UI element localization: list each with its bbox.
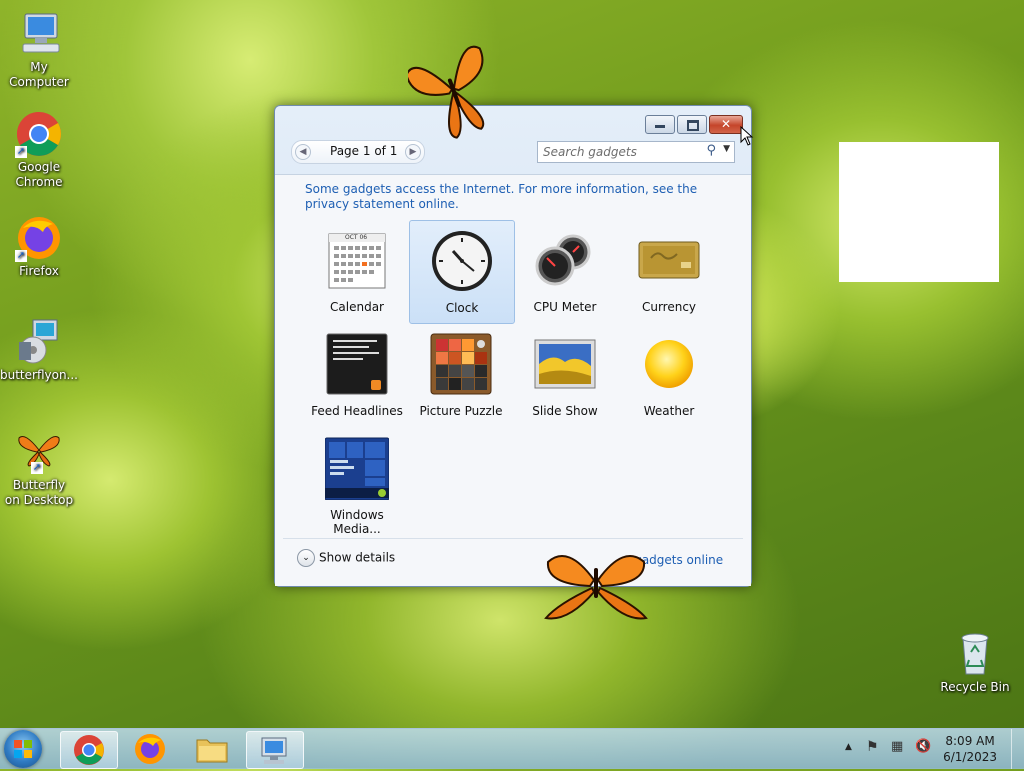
gadget-tile-slide-show[interactable]: Slide Show [513,324,617,426]
clock-date: 6/1/2023 [943,750,997,764]
blank-panel [839,142,999,282]
butterfly-icon: ➚ [15,432,63,474]
desktop-icon-firefox[interactable]: ➚ Firefox [0,214,79,279]
installer-icon [15,318,63,366]
chrome-icon: ➚ [15,110,63,158]
calendar-month-label: OCT 06 [345,234,368,241]
show-hidden-icons-button[interactable]: ▲ [845,742,852,752]
system-clock[interactable]: 8:09 AM 6/1/2023 [943,733,997,765]
gadget-label: Feed Headlines [311,404,403,418]
volume-muted-icon[interactable]: 🔇 [915,739,931,754]
gadget-label: Windows Media... [330,508,384,536]
search-placeholder: Search gadgets [543,145,637,159]
show-desktop-button[interactable] [1011,729,1024,769]
show-details-button[interactable]: ⌄ Show details [297,549,395,567]
search-gadgets-input[interactable]: Search gadgets ⚲ ▼ [537,141,735,163]
computer-icon [15,10,63,58]
picture-puzzle-icon [429,332,493,396]
cpu-meter-icon [533,228,597,292]
desktop-icon-my-computer[interactable]: My Computer [0,10,79,90]
previous-page-button[interactable]: ◀ [295,144,311,160]
next-page-button[interactable]: ▶ [405,144,421,160]
taskbar-firefox[interactable] [122,731,178,767]
privacy-info-link[interactable]: Some gadgets access the Internet. For mo… [305,182,725,212]
divider [283,538,743,539]
gadget-tile-calendar[interactable]: OCT 06 Calendar [305,220,409,322]
show-details-label: Show details [319,550,396,565]
taskbar-remote-desktop[interactable] [246,731,304,769]
gadget-label: CPU Meter [533,300,597,314]
windows-media-center-icon [324,436,390,501]
butterfly-sprite-bottom [538,544,654,624]
shortcut-arrow-icon: ➚ [15,146,27,158]
start-button[interactable] [4,730,42,768]
gadget-label: Weather [643,404,695,418]
clock-time: 8:09 AM [945,734,995,748]
search-dropdown-icon[interactable]: ▼ [723,144,730,154]
taskbar-file-explorer[interactable] [184,731,240,767]
shortcut-arrow-icon: ➚ [15,250,27,262]
action-center-flag-icon[interactable]: ⚑ [866,739,879,755]
desktop-icon-label: My Computer [9,60,69,89]
desktop-icon-label: Firefox [19,264,59,278]
gadget-tile-clock[interactable]: Clock [409,220,515,324]
currency-icon [637,228,701,292]
gadget-label: Calendar [330,300,384,314]
mouse-cursor [740,125,754,149]
desktop-icon-label: Google Chrome [15,160,63,189]
gadget-gallery-window: ✕ ◀ Page 1 of 1 ▶ Search gadgets ⚲ ▼ Som… [274,105,752,587]
taskbar-chrome[interactable] [60,731,118,769]
remote-desktop-icon [261,737,287,764]
desktop-icon-google-chrome[interactable]: ➚ Google Chrome [0,110,79,190]
firefox-icon [135,734,165,764]
pager: ◀ Page 1 of 1 ▶ [291,140,425,164]
desktop-icon-butterfly-on-desktop[interactable]: ➚ Butterfly on Desktop [0,432,79,508]
file-explorer-icon [196,739,228,763]
gadget-tile-picture-puzzle[interactable]: Picture Puzzle [409,324,513,426]
gadget-label: Slide Show [532,404,598,418]
weather-icon [637,332,701,396]
gadget-tile-windows-media-center[interactable]: Windows Media... [305,428,409,536]
clock-icon [430,229,494,293]
feed-headlines-icon [325,332,389,396]
gadget-tile-cpu-meter[interactable]: CPU Meter [513,220,617,322]
chevron-down-icon: ⌄ [297,549,315,567]
desktop-icon-label: Recycle Bin [940,680,1010,694]
gadget-label: Currency [641,300,697,314]
desktop-icon-label: butterflyon... [0,368,78,382]
search-icon: ⚲ [706,143,716,158]
gadget-tile-weather[interactable]: Weather [617,324,721,426]
recycle-bin-icon [951,630,999,678]
calendar-icon: OCT 06 [325,228,389,292]
firefox-icon: ➚ [15,214,63,262]
network-icon[interactable]: ▦ [891,739,903,754]
gadget-tile-currency[interactable]: Currency [617,220,721,322]
slide-show-icon [533,332,597,396]
butterfly-sprite-top [405,34,498,144]
gadget-label: Picture Puzzle [419,404,503,418]
desktop-icon-label: Butterfly on Desktop [4,478,74,507]
windows-logo-icon [14,740,32,758]
toolbar: ◀ Page 1 of 1 ▶ Search gadgets ⚲ ▼ [275,106,751,164]
shortcut-arrow-icon: ➚ [31,462,43,474]
desktop-icon-butterflyon-installer[interactable]: butterflyon... [0,318,79,383]
gadget-tile-feed-headlines[interactable]: Feed Headlines [305,324,409,426]
page-indicator: Page 1 of 1 [330,144,398,158]
desktop-icon-recycle-bin[interactable]: Recycle Bin [935,630,1015,695]
chrome-icon [74,735,104,765]
gadget-label: Clock [445,301,479,315]
taskbar: ▲ ⚑ ▦ 🔇 8:09 AM 6/1/2023 [0,728,1024,769]
